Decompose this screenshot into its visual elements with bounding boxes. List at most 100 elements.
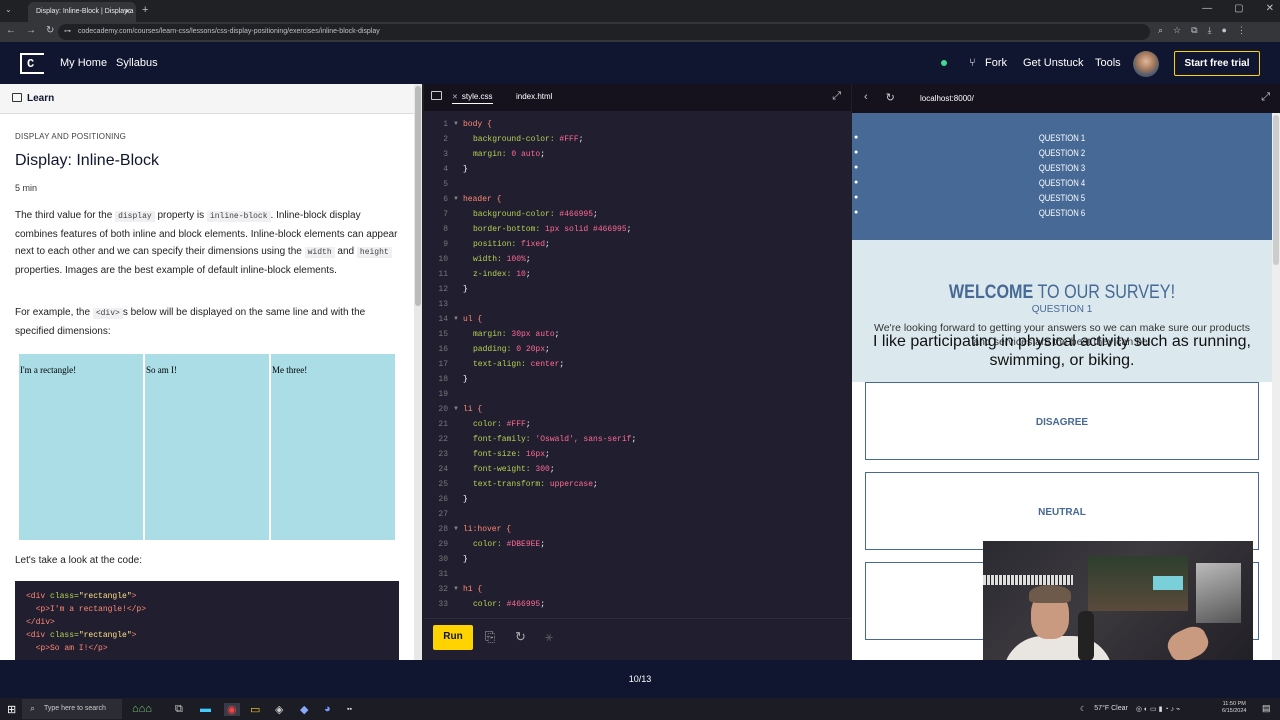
scroll-thumb[interactable] xyxy=(1273,115,1279,265)
fold-arrow-icon[interactable]: ▼ xyxy=(453,526,459,532)
code-token-prop: text-transform: xyxy=(473,480,550,489)
answer-disagree[interactable]: DISAGREE xyxy=(865,382,1259,460)
question-link[interactable]: QUESTION 4 xyxy=(884,178,1241,188)
question-link[interactable]: QUESTION 2 xyxy=(884,148,1241,158)
app-icon[interactable]: ▪▪ xyxy=(347,706,352,713)
question-link[interactable]: QUESTION 5 xyxy=(884,193,1241,203)
question-link[interactable]: QUESTION 3 xyxy=(884,163,1241,173)
line-number: 23 xyxy=(438,450,448,459)
tab-index-html[interactable]: index.html xyxy=(516,92,552,101)
copy-code-icon[interactable]: ⎘ xyxy=(485,629,495,645)
question-link[interactable]: QUESTION 1 xyxy=(884,133,1241,143)
fold-arrow-icon[interactable]: ▼ xyxy=(453,196,459,202)
new-tab-button[interactable]: + xyxy=(142,4,148,16)
line-number: 8 xyxy=(443,225,448,234)
menu-kebab-icon[interactable]: ⋮ xyxy=(1237,25,1246,36)
notification-icon[interactable]: ▤ xyxy=(1262,703,1271,714)
fork-button[interactable]: Fork xyxy=(985,57,1007,69)
code-line: color: #FFF; xyxy=(463,420,531,429)
app-icon[interactable]: ◆ xyxy=(300,703,308,716)
preview-url[interactable]: localhost:8000/ xyxy=(920,94,974,103)
code-token-prop: font-family: xyxy=(473,435,536,444)
site-info-icon[interactable]: ⊶ xyxy=(64,27,71,35)
code-token-sel: h1 { xyxy=(463,585,483,594)
line-number: 30 xyxy=(438,555,448,564)
browser-tab[interactable]: Display: Inline-Block | Display a ✕ xyxy=(28,2,136,22)
fold-arrow-icon[interactable]: ▼ xyxy=(453,406,459,412)
minimize-icon[interactable]: — xyxy=(1202,3,1212,14)
line-number: 17 xyxy=(438,360,448,369)
code-token-val: uppercase xyxy=(549,480,594,489)
close-window-icon[interactable]: ✕ xyxy=(1266,3,1274,14)
close-file-icon[interactable]: ✕ xyxy=(452,94,458,101)
lesson-progress[interactable]: 10/13 xyxy=(0,674,1280,684)
back-icon[interactable]: ← xyxy=(6,25,16,36)
line-number: 24 xyxy=(438,465,448,474)
learn-scrollbar[interactable] xyxy=(414,84,422,660)
clock-time: 11:50 PM xyxy=(1222,701,1246,707)
app-icon[interactable]: ◈ xyxy=(275,703,283,716)
task-view-icon[interactable]: ⧉ xyxy=(175,703,183,716)
close-tab-icon[interactable]: ✕ xyxy=(124,7,131,16)
code-token-prop: border-bottom: xyxy=(473,225,546,234)
nav-syllabus[interactable]: Syllabus xyxy=(116,57,158,69)
tools-button[interactable]: Tools xyxy=(1095,57,1121,69)
tab-search-icon[interactable]: ⌄ xyxy=(5,5,12,14)
get-unstuck-button[interactable]: Get Unstuck xyxy=(1023,57,1084,69)
maximize-icon[interactable]: ▢ xyxy=(1234,3,1243,14)
question-link[interactable]: QUESTION 6 xyxy=(884,208,1241,218)
taskbar-search[interactable]: ⌕ Type here to search xyxy=(22,699,122,719)
reload-icon[interactable]: ↻ xyxy=(46,25,54,36)
code-token-end: ; xyxy=(549,465,555,474)
run-button[interactable]: Run xyxy=(433,625,473,650)
bookmark-star-icon[interactable]: ☆ xyxy=(1173,25,1181,36)
start-free-trial-button[interactable]: Start free trial xyxy=(1174,51,1260,76)
nav-my-home[interactable]: My Home xyxy=(60,57,107,69)
code-token-p: } xyxy=(463,555,468,564)
text: The third value for the xyxy=(15,210,116,221)
chrome-icon[interactable]: ◉ xyxy=(224,703,240,716)
weather-icon[interactable]: ☾ xyxy=(1080,705,1086,713)
discord-icon[interactable]: ◕ xyxy=(324,703,331,715)
code-editor[interactable]: ✕ style.css index.html ⤢ 1 ▼ body {2 backgro… xyxy=(424,84,851,660)
fold-arrow-icon[interactable]: ▼ xyxy=(453,121,459,127)
code-line: } xyxy=(463,375,468,384)
file-explorer-icon[interactable]: ▭ xyxy=(250,703,260,716)
reset-code-icon[interactable]: ↻ xyxy=(515,629,526,645)
forward-icon[interactable]: → xyxy=(26,25,36,36)
zoom-icon[interactable]: ⌕ xyxy=(1158,25,1163,36)
expand-icon[interactable]: ⤢ xyxy=(832,90,841,103)
preview-back-icon[interactable]: ‹ xyxy=(864,91,868,104)
extensions-icon[interactable]: ⧉ xyxy=(1191,25,1197,36)
windows-start-icon[interactable]: ⊞ xyxy=(7,703,16,716)
person-hair xyxy=(1029,585,1071,603)
tray-icons[interactable]: ◎ ◐ ▭ ▮ ◔ ♪ ⌁ xyxy=(1136,705,1180,713)
code-token-end: ; xyxy=(525,255,531,264)
url-field[interactable]: ⊶ codecademy.com/courses/learn-css/lesso… xyxy=(58,24,1150,40)
solution-icon[interactable]: ⚹ xyxy=(545,629,553,645)
weather-text[interactable]: 57°F Clear xyxy=(1094,705,1128,713)
line-number: 25 xyxy=(438,480,448,489)
browser-nav: ← → ↻ xyxy=(6,25,54,36)
scroll-thumb[interactable] xyxy=(415,86,421,306)
tab-style-css[interactable]: ✕ style.css xyxy=(452,92,493,104)
folder-icon[interactable] xyxy=(431,91,442,100)
app-icon[interactable]: ▬ xyxy=(200,703,211,715)
line-number: 6 xyxy=(443,195,448,204)
profile-icon[interactable]: ● xyxy=(1222,25,1227,36)
code-token-end: ; xyxy=(626,225,632,234)
village-app-icon[interactable]: ⌂⌂⌂ xyxy=(132,703,152,715)
answer-neutral[interactable]: NEUTRAL xyxy=(865,472,1259,550)
taskbar-clock[interactable]: 11:50 PM 6/15/2024 xyxy=(1222,701,1246,715)
code-line: color: #DBE9EE; xyxy=(463,540,545,549)
avatar[interactable] xyxy=(1133,51,1159,77)
preview-refresh-icon[interactable]: ↻ xyxy=(886,91,895,104)
preview-expand-icon[interactable]: ⤢ xyxy=(1261,91,1270,104)
preview-scrollbar[interactable] xyxy=(1272,113,1280,660)
fold-arrow-icon[interactable]: ▼ xyxy=(453,316,459,322)
learn-panel-header[interactable]: Learn xyxy=(0,84,414,114)
tag: <div xyxy=(26,592,51,601)
download-icon[interactable]: ⤓ xyxy=(1208,25,1212,36)
codecademy-logo[interactable]: C xyxy=(20,53,44,74)
fold-arrow-icon[interactable]: ▼ xyxy=(453,586,459,592)
